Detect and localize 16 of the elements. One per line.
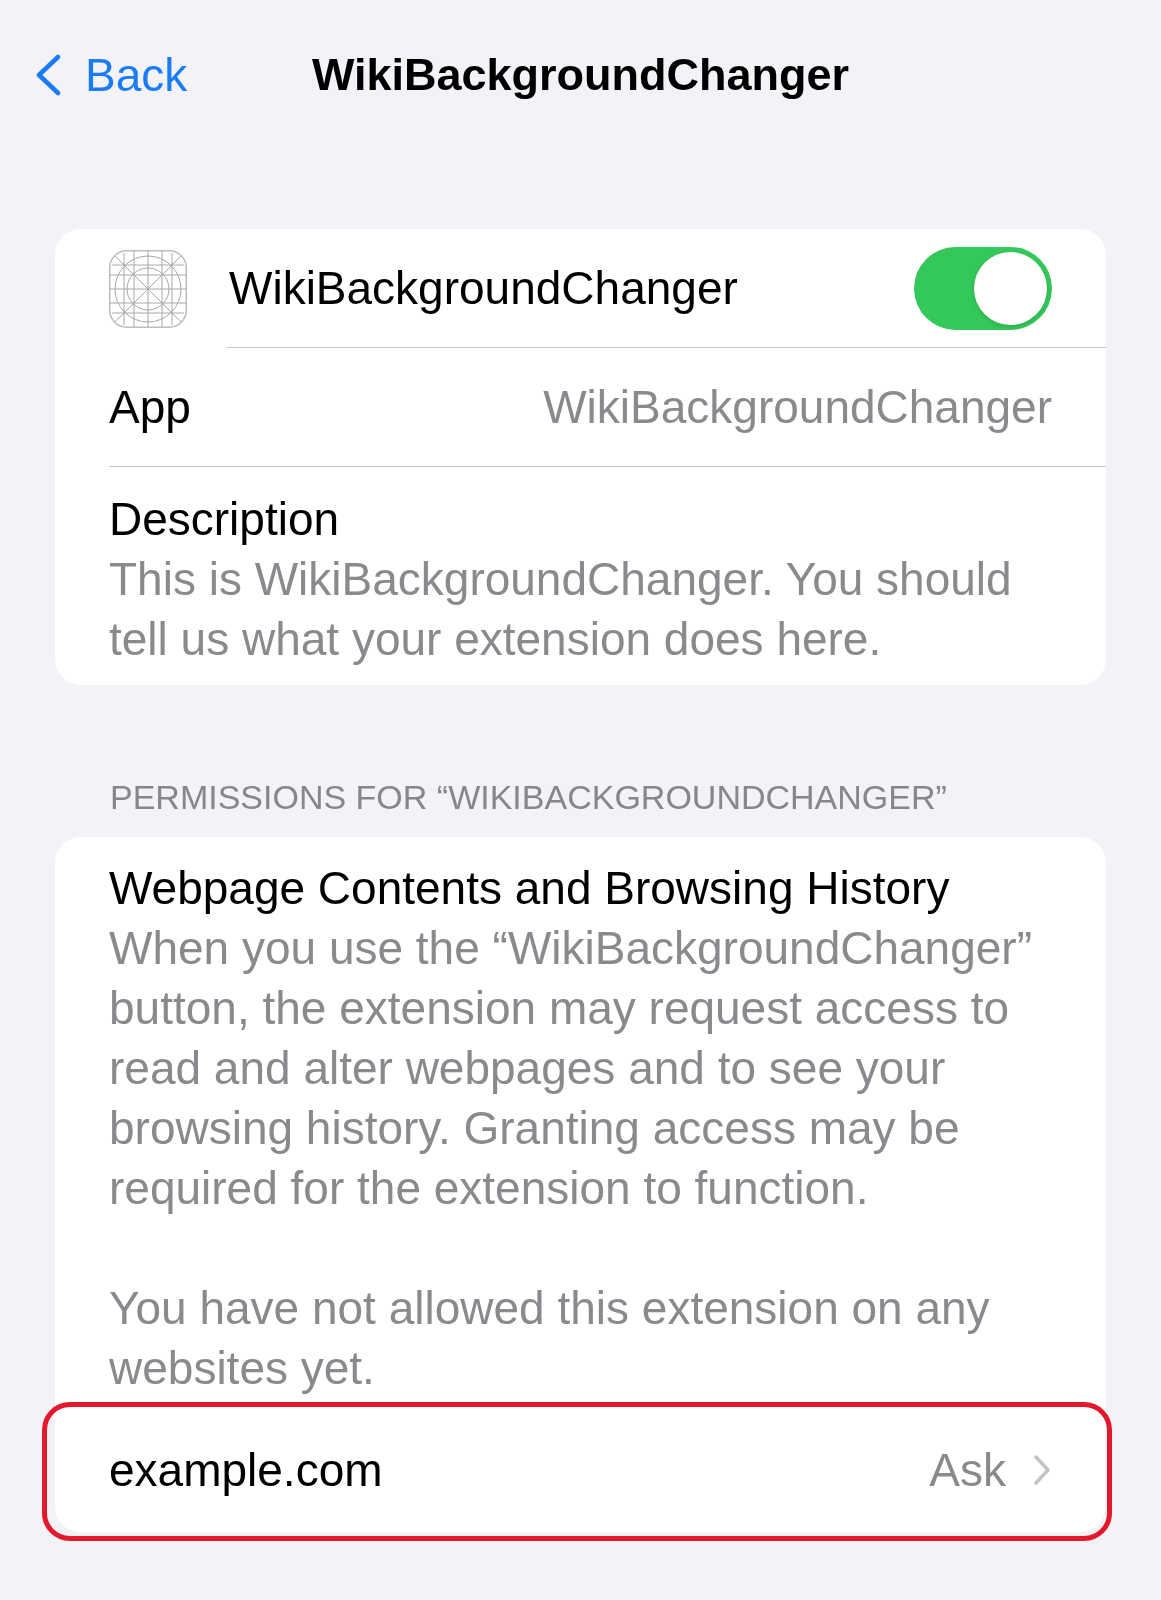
app-icon-grid-icon: [109, 249, 187, 328]
section-header: PERMISSIONS FOR “WIKIBACKGROUNDCHANGER”: [110, 777, 947, 817]
permission-title: Webpage Contents and Browsing History: [109, 861, 950, 916]
field-label: App: [109, 380, 191, 435]
site-label: example.com: [109, 1443, 383, 1498]
permission-text: You have not allowed this extension on any websites yet.: [109, 1281, 991, 1396]
chevron-right-icon: [1034, 1455, 1050, 1485]
chevron-left-icon: [35, 54, 61, 96]
back-button[interactable]: Back: [35, 47, 188, 103]
screen-title: WikiBackgroundChanger: [311, 48, 850, 102]
access-value: Ask: [929, 1443, 1006, 1498]
permission-text: When you use the “WikiBackgroundChanger” button, the extension may request access to read and alter webpages and to see your browsing history. Granting access may be required for the extension to function.: [109, 921, 1033, 1216]
extension-name: WikiBackgroundChanger: [229, 261, 738, 316]
field-value: WikiBackgroundChanger: [543, 380, 1052, 435]
field-label: Description: [109, 492, 340, 547]
description-text: This is WikiBackgroundChanger. You should tell us what your extension does here.: [109, 552, 1013, 667]
